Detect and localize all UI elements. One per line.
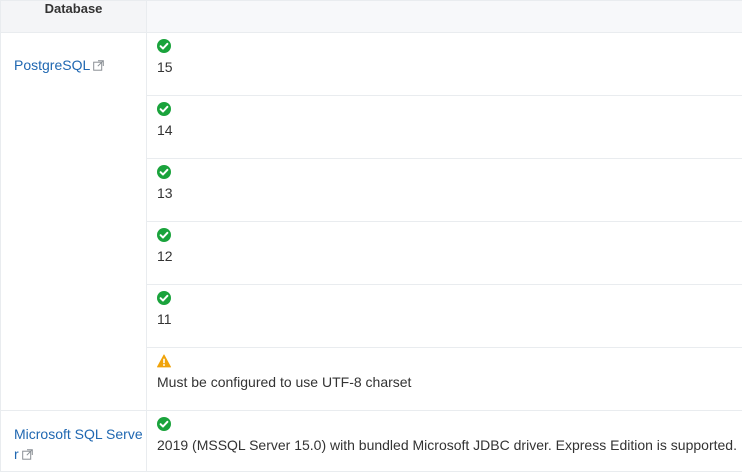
database-cell-mssql: Microsoft SQL Server (0, 410, 147, 472)
version-cell: 12 (146, 221, 742, 285)
table-row: Microsoft SQL Server 2019 (MSSQL Server … (0, 410, 742, 472)
check-circle-icon (157, 417, 171, 431)
version-text: 11 (157, 311, 172, 327)
database-support-table: Database PostgreSQL 15 14 13 12 11 Must … (0, 0, 742, 472)
version-cell: 13 (146, 158, 742, 222)
version-cell: 2019 (MSSQL Server 15.0) with bundled Mi… (146, 410, 742, 472)
version-cell: 14 (146, 95, 742, 159)
postgresql-link-label: PostgreSQL (14, 57, 91, 73)
microsoft-sql-server-link[interactable]: Microsoft SQL Server (14, 426, 143, 462)
version-cell: 11 (146, 284, 742, 348)
version-text: 13 (157, 185, 173, 201)
table-row: PostgreSQL 15 (0, 32, 742, 411)
version-text: 15 (157, 59, 173, 75)
external-link-icon (21, 448, 33, 460)
check-circle-icon (157, 291, 171, 305)
version-text: 12 (157, 248, 173, 264)
version-text: 14 (157, 122, 173, 138)
check-circle-icon (157, 228, 171, 242)
microsoft-sql-server-link-label: Microsoft SQL Server (14, 426, 143, 462)
check-circle-icon (157, 165, 171, 179)
warning-triangle-icon (157, 354, 171, 368)
column-header-versions (146, 0, 742, 33)
version-cell: 15 (146, 32, 742, 96)
external-link-icon (93, 59, 105, 71)
table-header-row: Database (0, 0, 742, 33)
database-cell-postgresql: PostgreSQL (0, 32, 147, 411)
version-text: Must be configured to use UTF-8 charset (157, 374, 412, 390)
version-cell: Must be configured to use UTF-8 charset (146, 347, 742, 411)
postgresql-link[interactable]: PostgreSQL (14, 57, 105, 73)
check-circle-icon (157, 39, 171, 53)
check-circle-icon (157, 102, 171, 116)
column-header-database: Database (0, 0, 147, 33)
version-text: 2019 (MSSQL Server 15.0) with bundled Mi… (157, 437, 737, 453)
